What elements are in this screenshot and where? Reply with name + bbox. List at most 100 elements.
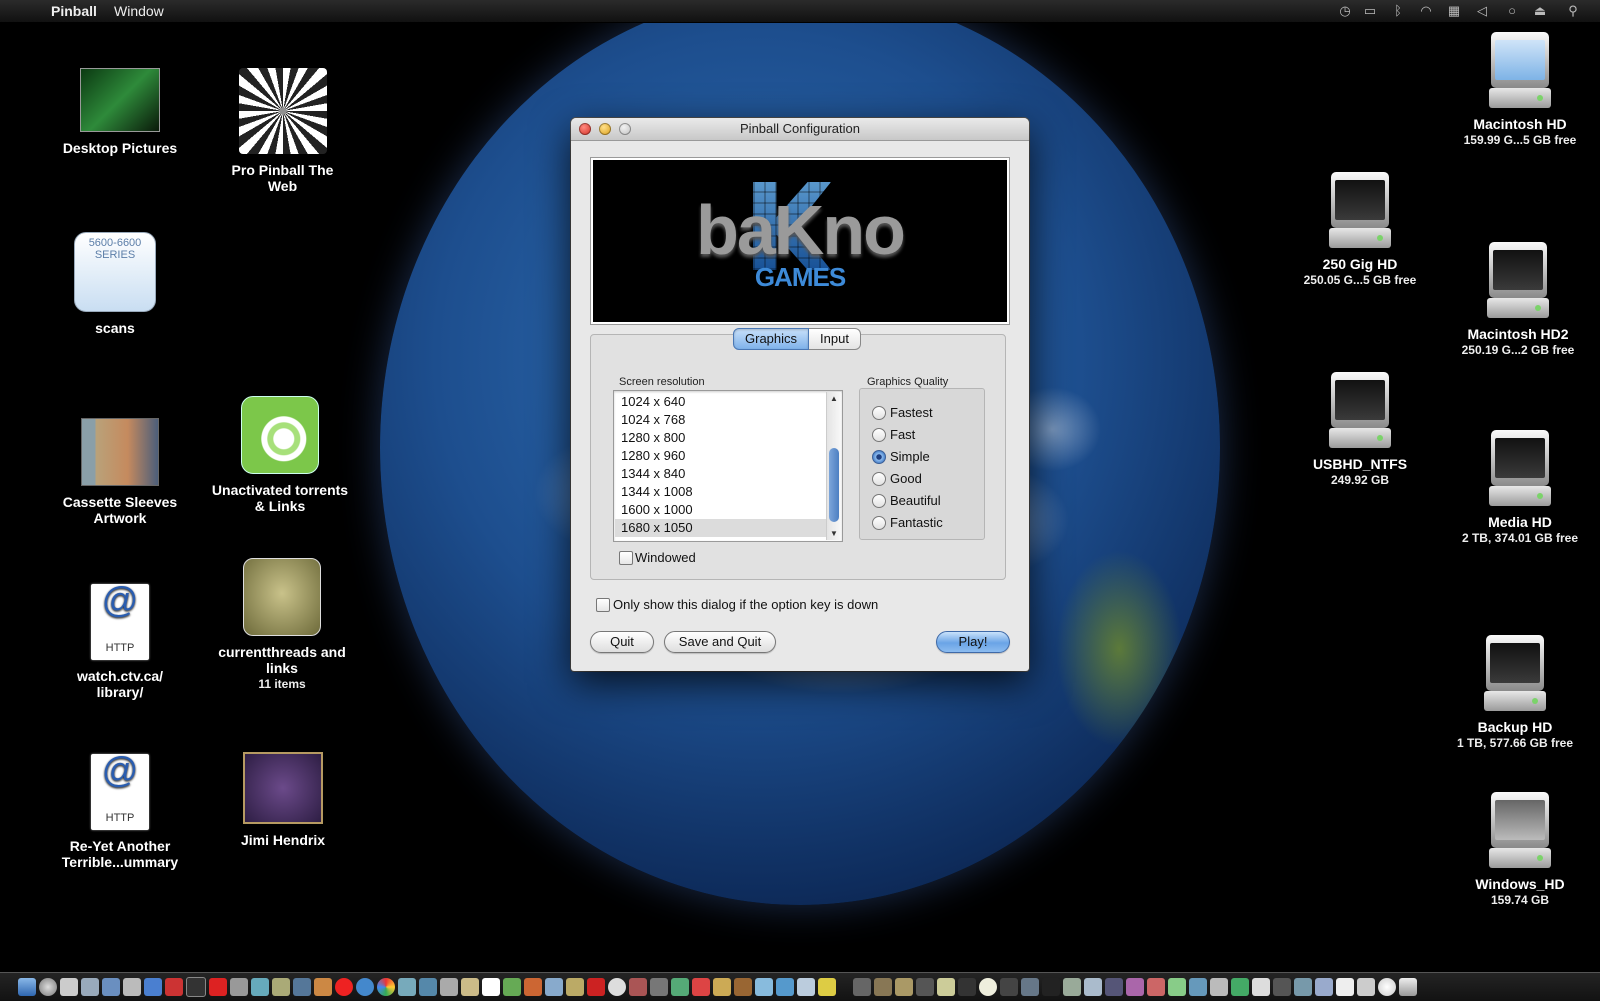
dock-app-icon[interactable]: [230, 978, 248, 996]
volume-icon[interactable]: ◁: [1474, 3, 1490, 18]
dock-app-icon[interactable]: [1147, 978, 1165, 996]
dock-app-icon[interactable]: [1252, 978, 1270, 996]
dock-app-icon[interactable]: [1063, 978, 1081, 996]
dock-app-icon[interactable]: [818, 978, 836, 996]
list-item[interactable]: 1280 x 800: [621, 429, 685, 447]
dock-app-icon[interactable]: [1000, 978, 1018, 996]
dock-app-icon[interactable]: [734, 978, 752, 996]
eject-icon[interactable]: ⏏: [1532, 3, 1548, 18]
option-key-checkbox[interactable]: [596, 598, 610, 612]
scroll-up-arrow-icon[interactable]: ▲: [827, 394, 841, 403]
dock-app-icon[interactable]: [629, 978, 647, 996]
desktop-icon-scans[interactable]: 5600-6600 SERIES scans: [50, 232, 180, 336]
dock-app-icon[interactable]: [144, 978, 162, 996]
dock-app-icon[interactable]: [671, 978, 689, 996]
dock-app-icon[interactable]: [1378, 978, 1396, 996]
windowed-checkbox[interactable]: [619, 551, 633, 565]
dock-app-icon[interactable]: [1084, 978, 1102, 996]
dock-app-icon[interactable]: [916, 978, 934, 996]
dock-app-icon[interactable]: [60, 978, 78, 996]
menu-app-name[interactable]: Pinball: [51, 3, 97, 19]
desktop-icon-cassette-sleeves[interactable]: Cassette Sleeves Artwork: [50, 418, 190, 526]
dock-app-icon[interactable]: [123, 978, 141, 996]
dock-app-icon[interactable]: [102, 978, 120, 996]
dock-app-icon[interactable]: [398, 978, 416, 996]
scroll-down-arrow-icon[interactable]: ▼: [827, 529, 841, 538]
desktop-icon-desktop-pictures[interactable]: Desktop Pictures: [50, 68, 190, 156]
desktop-icon-pro-pinball[interactable]: Pro Pinball The Web: [215, 68, 350, 194]
dock-app-icon[interactable]: [587, 978, 605, 996]
list-item-selected[interactable]: 1680 x 1050: [615, 519, 827, 537]
dock-app-icon[interactable]: [1168, 978, 1186, 996]
drive-windows-hd[interactable]: Windows_HD 159.74 GB: [1445, 792, 1595, 908]
dock-app-icon[interactable]: [251, 978, 269, 996]
dock-app-icon[interactable]: [1105, 978, 1123, 996]
dock-app-icon[interactable]: [608, 978, 626, 996]
opera-dock-icon[interactable]: [335, 978, 353, 996]
radio-fastest[interactable]: [872, 406, 886, 420]
radio-fast[interactable]: [872, 428, 886, 442]
drive-backup-hd[interactable]: Backup HD 1 TB, 577.66 GB free: [1440, 635, 1590, 751]
dock-app-icon[interactable]: [1315, 978, 1333, 996]
title-bar[interactable]: Pinball Configuration: [571, 118, 1029, 141]
wifi-icon[interactable]: ◠: [1418, 3, 1434, 18]
drive-usbhd-ntfs[interactable]: USBHD_NTFS 249.92 GB: [1285, 372, 1435, 488]
dock-app-icon[interactable]: [440, 978, 458, 996]
downloads-stack-icon[interactable]: [1357, 978, 1375, 996]
bluetooth-icon[interactable]: ᛒ: [1390, 3, 1406, 18]
radio-good[interactable]: [872, 472, 886, 486]
dock-app-icon[interactable]: [293, 978, 311, 996]
drive-macintosh-hd2[interactable]: Macintosh HD2 250.19 G...2 GB free: [1443, 242, 1593, 358]
dock-app-icon[interactable]: [1210, 978, 1228, 996]
radio-simple[interactable]: [872, 450, 886, 464]
safari-dock-icon[interactable]: [39, 978, 57, 996]
dock-app-icon[interactable]: [853, 978, 871, 996]
dock-app-icon[interactable]: [524, 978, 542, 996]
drive-macintosh-hd[interactable]: Macintosh HD 159.99 G...5 GB free: [1445, 32, 1595, 148]
dock-app-icon[interactable]: [1126, 978, 1144, 996]
list-item[interactable]: 1024 x 640: [621, 393, 685, 411]
flash-dock-icon[interactable]: [209, 978, 227, 996]
time-machine-icon[interactable]: ◷: [1337, 3, 1353, 18]
display-icon[interactable]: ▭: [1362, 3, 1378, 18]
dock-app-icon[interactable]: [1294, 978, 1312, 996]
dock-app-icon[interactable]: [979, 978, 997, 996]
dock-app-icon[interactable]: [545, 978, 563, 996]
trash-icon[interactable]: [1399, 978, 1417, 996]
desktop-icon-unactivated-torrents[interactable]: Unactivated torrents & Links: [210, 396, 350, 514]
dock-app-icon[interactable]: [81, 978, 99, 996]
dock-app-icon[interactable]: [566, 978, 584, 996]
scroll-thumb[interactable]: [829, 448, 839, 522]
dock-app-icon[interactable]: [776, 978, 794, 996]
drive-250-gig-hd[interactable]: 250 Gig HD 250.05 G...5 GB free: [1285, 172, 1435, 288]
sync-icon[interactable]: ○: [1504, 3, 1520, 18]
list-item[interactable]: 1344 x 1008: [621, 483, 693, 501]
dock-app-icon[interactable]: [1189, 978, 1207, 996]
calendar-dock-icon[interactable]: [482, 978, 500, 996]
chrome-dock-icon[interactable]: [377, 978, 395, 996]
finder-dock-icon[interactable]: [18, 978, 36, 996]
radio-fantastic[interactable]: [872, 516, 886, 530]
list-item[interactable]: 1600 x 1000: [621, 501, 693, 519]
dock-app-icon[interactable]: [314, 978, 332, 996]
dock-app-icon[interactable]: [461, 978, 479, 996]
desktop-icon-jimi-hendrix[interactable]: Jimi Hendrix: [218, 752, 348, 848]
dock-app-icon[interactable]: [419, 978, 437, 996]
dock-app-icon[interactable]: [797, 978, 815, 996]
dock-app-icon[interactable]: [958, 978, 976, 996]
dock-app-icon[interactable]: [165, 978, 183, 996]
save-and-quit-button[interactable]: Save and Quit: [664, 631, 776, 653]
dock-app-icon[interactable]: [895, 978, 913, 996]
dock-app-icon[interactable]: [874, 978, 892, 996]
quit-button[interactable]: Quit: [590, 631, 654, 653]
resolution-list[interactable]: 1024 x 640 1024 x 768 1280 x 800 1280 x …: [613, 390, 843, 542]
play-button[interactable]: Play!: [936, 631, 1010, 653]
drive-media-hd[interactable]: Media HD 2 TB, 374.01 GB free: [1445, 430, 1595, 546]
dock-app-icon[interactable]: [1021, 978, 1039, 996]
dock-app-icon[interactable]: [272, 978, 290, 996]
menu-window[interactable]: Window: [114, 3, 164, 19]
tab-input[interactable]: Input: [809, 328, 861, 350]
tab-graphics[interactable]: Graphics: [733, 328, 810, 350]
terminal-dock-icon[interactable]: [186, 977, 206, 997]
radio-beautiful[interactable]: [872, 494, 886, 508]
